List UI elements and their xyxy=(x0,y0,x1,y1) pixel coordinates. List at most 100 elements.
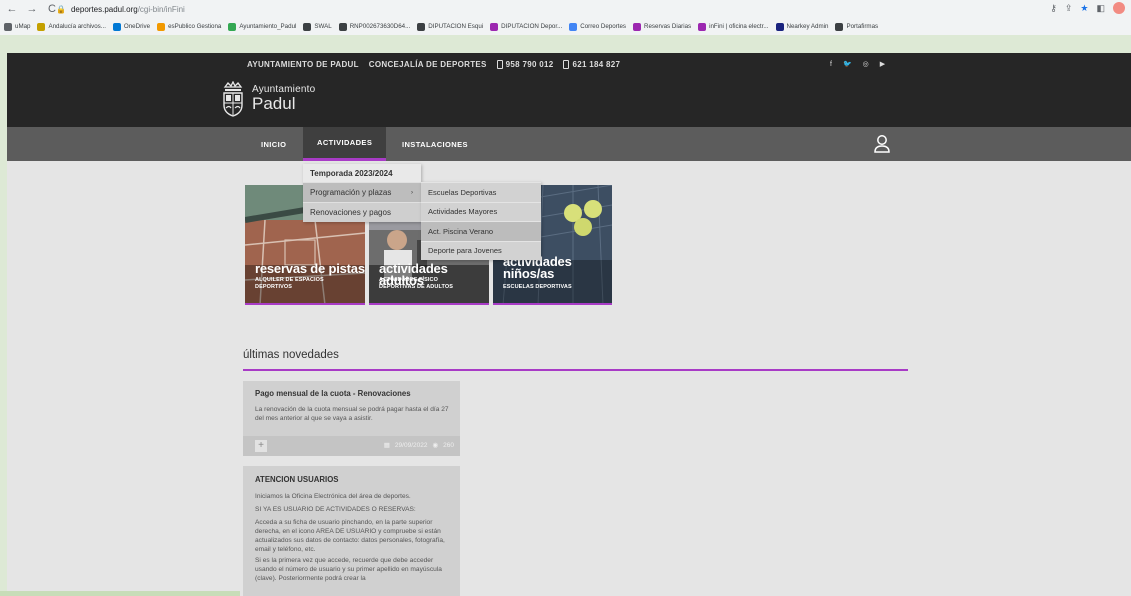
dropdown-header[interactable]: Temporada 2023/2024 xyxy=(303,164,421,182)
bookmark-favicon-icon xyxy=(775,22,784,31)
instagram-icon[interactable]: ◎ xyxy=(863,60,869,68)
status-bar xyxy=(0,591,240,596)
news-card[interactable]: Pago mensual de la cuota - Renovaciones … xyxy=(243,381,460,456)
bookmark-favicon-icon xyxy=(4,22,12,31)
bookmark-favicon-icon xyxy=(338,22,347,31)
news-paragraph: SI YA ES USUARIO DE ACTIVIDADES O RESERV… xyxy=(255,506,416,513)
news-paragraph: Iniciamos la Oficina Electrónica del áre… xyxy=(255,493,411,500)
tile-sub1: ACTIVIDADES FÍSICO xyxy=(379,277,438,283)
site-topbar: AYUNTAMIENTO DE PADUL CONCEJALÍA DE DEPO… xyxy=(7,53,1131,75)
address-bar[interactable]: 🔒 deportes.padul.org/cgi-bin/inFini xyxy=(56,2,1016,16)
calendar-icon: ▦ xyxy=(383,442,390,449)
news-paragraph: Si es la primera vez que accede, recuerd… xyxy=(255,557,442,582)
news-views: 260 xyxy=(443,441,454,449)
logo-line2: Padul xyxy=(252,94,296,113)
back-icon[interactable]: ← xyxy=(4,1,20,17)
browser-chrome: ← → C 🔒 deportes.padul.org/cgi-bin/inFin… xyxy=(0,0,1131,35)
tile-sub1: ALQUILER DE ESPACIOS xyxy=(255,277,324,283)
bookmark-favicon-icon xyxy=(569,22,578,31)
bookmark-item[interactable]: Ayuntamiento_Padul xyxy=(228,22,296,31)
site-logo[interactable]: Ayuntamiento Padul xyxy=(222,81,315,117)
user-icon[interactable] xyxy=(873,134,891,154)
browser-actions: ⚷ ⇪ ★ ◧ xyxy=(1050,2,1125,14)
nav-instalaciones[interactable]: INSTALACIONES xyxy=(402,127,468,161)
bookmark-item[interactable]: Reservas Diarias xyxy=(633,22,691,31)
bookmark-item[interactable]: OneDrive xyxy=(112,22,150,31)
tile-sub2: DEPORTIVAS DE ADULTOS xyxy=(379,284,454,290)
phone-2[interactable]: 621 184 827 xyxy=(563,59,620,69)
share-icon[interactable]: ⇪ xyxy=(1065,3,1073,14)
bookmark-favicon-icon xyxy=(490,22,499,31)
tile-sub1: ESCUELAS DEPORTIVAS xyxy=(503,284,572,290)
submenu-item[interactable]: Escuelas Deportivas xyxy=(421,182,541,202)
phone-icon xyxy=(563,59,570,69)
star-icon[interactable]: ★ xyxy=(1080,3,1088,14)
tile-accent-bar xyxy=(245,303,365,305)
url-host: deportes.padul.org xyxy=(70,4,138,14)
bookmark-item[interactable]: RNP002673630D64... xyxy=(338,22,410,31)
key-icon[interactable]: ⚷ xyxy=(1050,3,1057,14)
novedades-title: últimas novedades xyxy=(243,349,339,361)
nav-actividades[interactable]: ACTIVIDADES xyxy=(303,127,387,161)
actividades-dropdown: Temporada 2023/2024 Programación y plaza… xyxy=(303,164,421,222)
submenu-item[interactable]: Act. Piscina Verano xyxy=(421,221,541,241)
chevron-right-icon: › xyxy=(411,189,413,196)
url-path: /cgi-bin/inFini xyxy=(137,4,185,14)
bookmark-favicon-icon xyxy=(157,22,166,31)
crest-icon xyxy=(223,81,243,117)
topbar-info: AYUNTAMIENTO DE PADUL CONCEJALÍA DE DEPO… xyxy=(247,53,620,75)
bookmark-item[interactable]: DIPUTACION Depor... xyxy=(490,22,562,31)
tile-title: reservas de pistas xyxy=(255,261,365,276)
facebook-icon[interactable]: f xyxy=(830,61,832,68)
bookmark-item[interactable]: uMap xyxy=(4,22,30,31)
forward-icon[interactable]: → xyxy=(24,1,40,17)
lock-icon: 🔒 xyxy=(56,4,66,14)
bookmark-item[interactable]: Correo Deportes xyxy=(569,22,626,31)
phone-1[interactable]: 958 790 012 xyxy=(496,59,554,69)
dropdown-item-programacion[interactable]: Programación y plazas › xyxy=(303,182,421,202)
bookmark-item[interactable]: DIPUTACION Esqui xyxy=(417,22,483,31)
tile-accent-bar xyxy=(493,303,612,305)
twitter-icon[interactable]: 🐦 xyxy=(843,60,852,68)
news-card[interactable]: ATENCION USUARIOS Iniciamos la Oficina E… xyxy=(243,466,460,596)
bookmark-favicon-icon xyxy=(37,22,46,31)
youtube-icon[interactable]: ▶ xyxy=(880,60,885,68)
sidepanel-icon[interactable]: ◧ xyxy=(1096,3,1105,14)
bookmark-item[interactable]: SWAL xyxy=(303,22,332,31)
social-links: f 🐦 ◎ ▶ xyxy=(830,53,885,75)
bookmarks-bar: uMap Andalucía archivos... OneDrive esPubli… xyxy=(0,18,1131,35)
logo-text: Ayuntamiento Padul xyxy=(252,84,315,114)
bookmark-favicon-icon xyxy=(228,22,237,31)
bookmark-item[interactable]: esPublico Gestiona xyxy=(157,22,221,31)
org-name: AYUNTAMIENTO DE PADUL xyxy=(247,59,359,69)
news-heading[interactable]: ATENCION USUARIOS xyxy=(255,475,338,484)
dropdown-item-renovaciones[interactable]: Renovaciones y pagos xyxy=(303,202,421,222)
bookmark-item[interactable]: Portafirmas xyxy=(835,22,878,31)
plus-icon[interactable]: + xyxy=(255,440,267,452)
tile-accent-bar xyxy=(369,303,489,305)
news-meta: ▦ 29/09/2022 ◉ 260 xyxy=(383,441,454,450)
profile-avatar[interactable] xyxy=(1113,2,1125,14)
bookmark-item[interactable]: Nearkey Admin xyxy=(775,22,828,31)
news-footer: + ▦ 29/09/2022 ◉ 260 xyxy=(243,436,460,456)
bookmark-favicon-icon xyxy=(303,22,312,31)
bookmark-favicon-icon xyxy=(417,22,426,31)
novedades-divider xyxy=(243,369,908,371)
submenu-item[interactable]: Deporte para Jovenes xyxy=(421,240,541,261)
logo-band: Ayuntamiento Padul xyxy=(7,75,1131,127)
bookmark-item[interactable]: inFini | oficina electr... xyxy=(698,22,769,31)
dept-name: CONCEJALÍA DE DEPORTES xyxy=(368,59,487,69)
tile-sub2: DEPORTIVOS xyxy=(255,284,293,290)
submenu-item[interactable]: Actividades Mayores xyxy=(421,201,541,222)
phone-icon xyxy=(496,59,503,69)
programacion-submenu: Escuelas Deportivas Actividades Mayores … xyxy=(421,182,541,260)
news-heading[interactable]: Pago mensual de la cuota - Renovaciones xyxy=(255,389,411,398)
news-body: La renovación de la cuota mensual se pod… xyxy=(255,406,449,422)
news-paragraph: Acceda a su ficha de usuario pinchando, … xyxy=(255,519,445,553)
tile-title-2: niños/as xyxy=(503,266,555,281)
bookmark-favicon-icon xyxy=(698,22,707,31)
nav-inicio[interactable]: INICIO xyxy=(261,127,286,161)
main-nav: INICIO ACTIVIDADES INSTALACIONES xyxy=(7,127,1131,161)
bookmark-favicon-icon xyxy=(633,22,641,31)
bookmark-item[interactable]: Andalucía archivos... xyxy=(37,22,106,31)
